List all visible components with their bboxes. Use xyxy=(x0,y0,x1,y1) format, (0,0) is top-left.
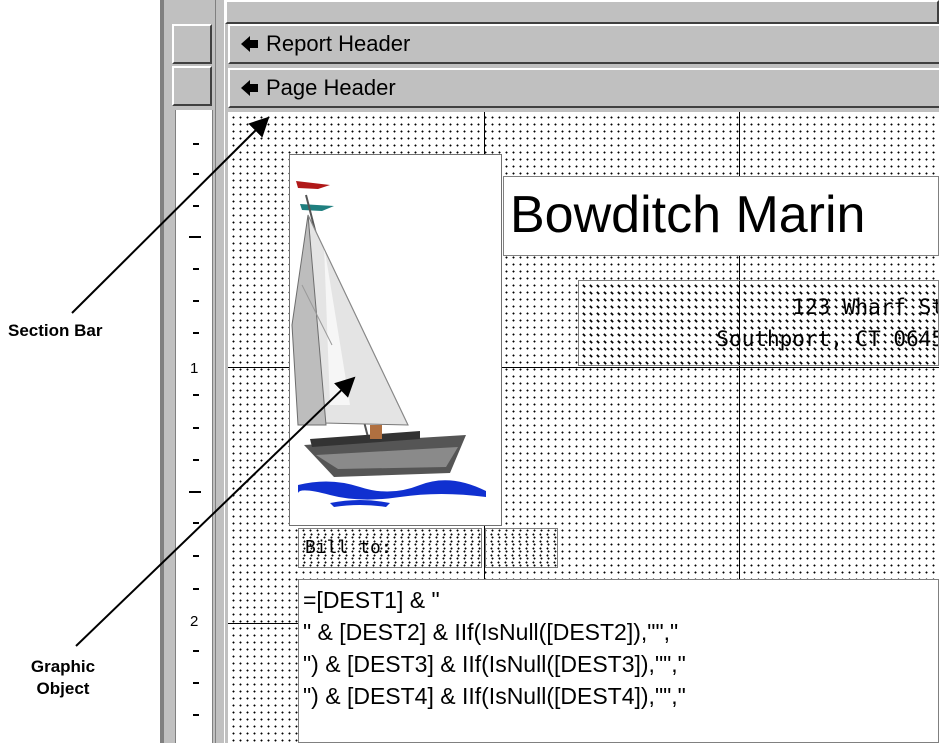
ruler-tick xyxy=(193,714,199,716)
window-left-edge xyxy=(160,0,164,743)
ruler-tick xyxy=(193,300,199,302)
section-bar-page-header[interactable]: Page Header xyxy=(228,68,939,108)
ruler-tick-half xyxy=(189,236,201,238)
ruler-tick xyxy=(193,332,199,334)
ruler-tick xyxy=(193,427,199,429)
vertical-ruler[interactable]: 1 2 xyxy=(175,110,213,743)
ruler-tick xyxy=(193,394,199,396)
section-arrow-icon xyxy=(241,36,258,52)
section-label-page-header: Page Header xyxy=(266,75,396,100)
ruler-tick xyxy=(193,459,199,461)
ruler-tick xyxy=(193,205,199,207)
bill-to-label: Bill to: xyxy=(305,537,392,558)
ruler-tick xyxy=(193,173,199,175)
section-label-report-header: Report Header xyxy=(266,31,411,56)
expression-line-3: ") & [DEST3] & IIf(IsNull([DEST3]),""," xyxy=(303,651,686,677)
callout-section-bar: Section Bar xyxy=(8,321,103,340)
ruler-tick xyxy=(193,268,199,270)
company-name-textbox[interactable]: Bowditch Marin xyxy=(503,176,939,256)
address-line-2: Southport, CT 0645 xyxy=(716,327,939,351)
callout-graphic-object: Graphic Object xyxy=(18,656,108,700)
graphic-object-frame[interactable] xyxy=(289,154,502,526)
sailboat-graphic xyxy=(291,181,486,507)
callout-graphic-object-line2: Object xyxy=(36,679,90,698)
expression-line-1: =[DEST1] & " xyxy=(303,587,440,613)
ruler-tick xyxy=(193,143,199,145)
company-name: Bowditch Marin xyxy=(510,186,866,244)
expression-line-4: ") & [DEST4] & IIf(IsNull([DEST4]),""," xyxy=(303,683,686,709)
section-bar-report-header[interactable]: Report Header xyxy=(228,24,939,64)
ruler-corner-top xyxy=(172,24,212,64)
ruler-tick xyxy=(193,522,199,524)
ruler-number-2: 2 xyxy=(190,613,199,630)
ruler-separator xyxy=(215,0,225,743)
ruler-tick xyxy=(193,555,199,557)
ruler-tick xyxy=(193,682,199,684)
address-line-1: 123 Wharf St xyxy=(792,295,939,319)
address-expression-textbox[interactable]: =[DEST1] & " " & [DEST2] & IIf(IsNull([D… xyxy=(298,579,939,743)
ruler-tick xyxy=(193,588,199,590)
callout-graphic-object-line1: Graphic xyxy=(30,657,96,676)
address-textbox[interactable]: 123 Wharf St Southport, CT 0645 xyxy=(578,280,939,366)
ruler-tick xyxy=(193,650,199,652)
expression-line-2: " & [DEST2] & IIf(IsNull([DEST2]),""," xyxy=(303,619,679,645)
section-arrow-icon xyxy=(241,80,258,96)
ruler-number-1: 1 xyxy=(190,360,199,377)
bill-to-field-box[interactable] xyxy=(485,528,558,568)
bill-to-label-box[interactable]: Bill to: xyxy=(298,528,482,568)
ruler-tick-half xyxy=(189,491,201,493)
top-ruler-strip xyxy=(225,0,939,24)
ruler-corner-mid xyxy=(172,66,212,106)
